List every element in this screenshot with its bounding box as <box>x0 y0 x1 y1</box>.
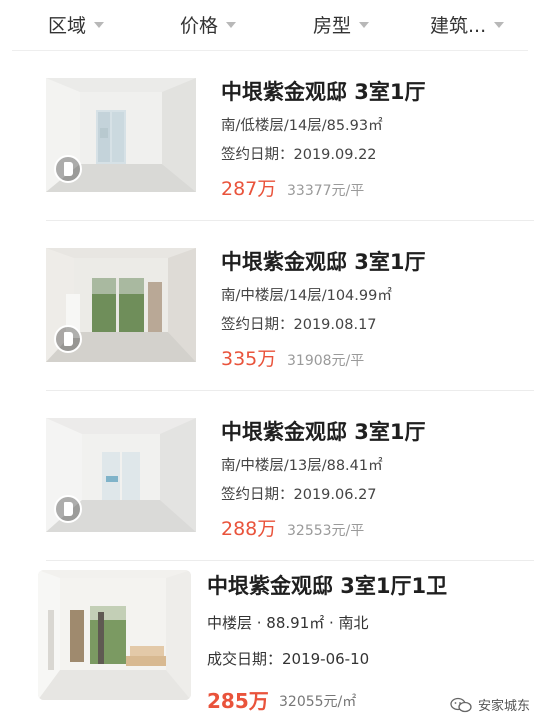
caret-down-icon <box>359 22 370 28</box>
divider <box>46 390 534 391</box>
listing-info: 中楼层 · 88.91㎡ · 南北 <box>207 614 369 632</box>
filter-layout[interactable]: 房型 <box>313 10 370 38</box>
watermark: 安家城东 <box>450 695 530 714</box>
listing-unit-price: 32553元/平 <box>287 523 365 539</box>
vr-icon[interactable] <box>54 325 82 353</box>
listing-unit-price: 31908元/平 <box>287 353 365 369</box>
listing-date: 签约日期：2019.09.22 <box>221 147 377 163</box>
filter-district-label: 区域 <box>48 14 87 37</box>
caret-down-icon <box>494 22 505 28</box>
listing-unit-price: 32055元/㎡ <box>279 694 357 710</box>
listing-date: 签约日期：2019.08.17 <box>221 317 377 333</box>
vr-icon[interactable] <box>54 495 82 523</box>
caret-down-icon <box>226 22 237 28</box>
filter-bar: 区域 价格 房型 建筑... <box>0 0 540 48</box>
filter-district[interactable]: 区域 <box>48 10 105 38</box>
watermark-text: 安家城东 <box>477 699 530 714</box>
listing-title[interactable]: 中垠紫金观邸 3室1厅 <box>221 246 426 276</box>
listing-photo[interactable] <box>38 570 191 700</box>
listing-date: 成交日期：2019-06-10 <box>207 650 370 668</box>
listing-price: 288万 <box>221 518 277 540</box>
listing-title[interactable]: 中垠紫金观邸 3室1厅1卫 <box>207 570 447 600</box>
filter-price-label: 价格 <box>180 14 219 37</box>
listing-info: 南/中楼层/14层/104.99㎡ <box>221 288 392 304</box>
filter-building[interactable]: 建筑... <box>430 10 505 38</box>
listing-info: 南/低楼层/14层/85.93㎡ <box>221 118 383 134</box>
listing-unit-price: 33377元/平 <box>287 183 365 199</box>
divider <box>46 560 534 561</box>
filter-building-label: 建筑... <box>430 14 487 37</box>
listing-price: 335万 <box>221 348 277 370</box>
listing-title[interactable]: 中垠紫金观邸 3室1厅 <box>221 416 426 446</box>
listing-photo[interactable] <box>46 418 196 532</box>
caret-down-icon <box>94 22 105 28</box>
listing-info: 南/中楼层/13层/88.41㎡ <box>221 458 383 474</box>
listing-price: 287万 <box>221 178 277 200</box>
filter-price[interactable]: 价格 <box>180 10 237 38</box>
listing-price: 285万 <box>207 689 269 713</box>
listing-title[interactable]: 中垠紫金观邸 3室1厅 <box>221 76 426 106</box>
listing-photo[interactable] <box>46 248 196 362</box>
filter-layout-label: 房型 <box>313 14 352 37</box>
filter-divider <box>12 50 528 51</box>
divider <box>46 220 534 221</box>
wechat-icon <box>450 697 472 712</box>
vr-icon[interactable] <box>54 155 82 183</box>
listing-date: 签约日期：2019.06.27 <box>221 487 377 503</box>
listing-photo[interactable] <box>46 78 196 192</box>
